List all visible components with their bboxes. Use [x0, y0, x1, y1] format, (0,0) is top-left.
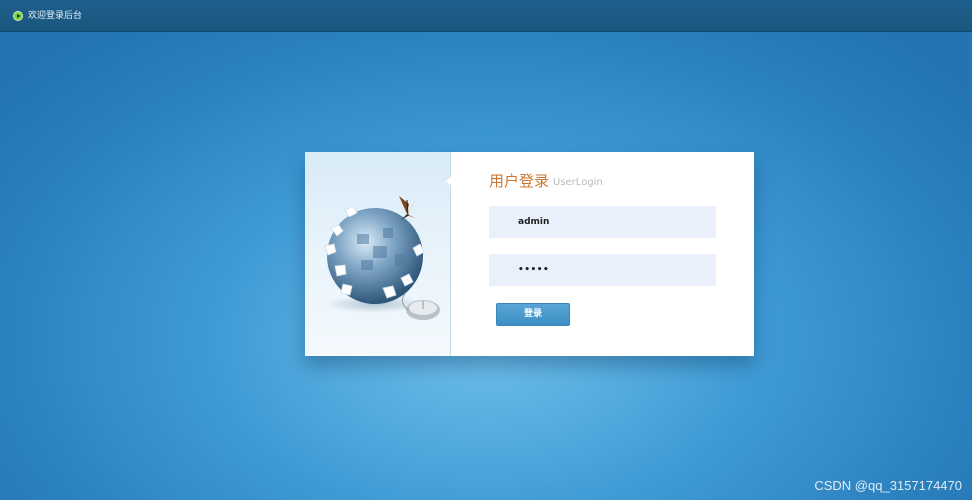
- login-subtitle: UserLogin: [553, 177, 603, 188]
- login-title: 用户登录: [489, 172, 550, 190]
- globe-puzzle-icon: [324, 196, 440, 320]
- watermark: CSDN @qq_3157174470: [814, 478, 962, 493]
- login-button[interactable]: 登录: [496, 303, 570, 326]
- username-input[interactable]: [489, 206, 716, 238]
- login-illustration-pane: [305, 152, 451, 356]
- top-bar: 欢迎登录后台: [0, 0, 972, 32]
- password-input[interactable]: [489, 254, 716, 286]
- globe-illustration: [313, 188, 449, 334]
- header-title: 欢迎登录后台: [28, 11, 83, 21]
- play-circle-icon: [13, 11, 23, 21]
- login-panel: 用户登录 UserLogin 登录: [305, 152, 754, 356]
